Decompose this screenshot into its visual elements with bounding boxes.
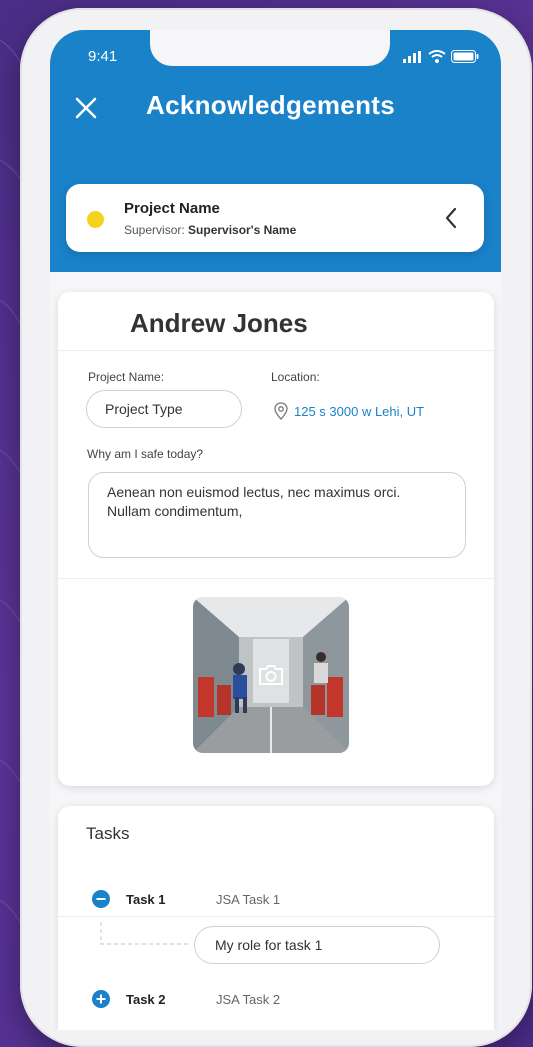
supervisor-label: Supervisor: [124, 223, 189, 237]
project-type-select[interactable]: Project Type [86, 390, 242, 428]
project-name: Project Name [124, 200, 220, 217]
phone-notch [150, 30, 390, 66]
task-2-name[interactable]: Task 2 [126, 992, 166, 1007]
tasks-card: Tasks Task 1 JSA Task 1 My role for task… [58, 806, 494, 1030]
task-1-role-input[interactable]: My role for task 1 [194, 926, 440, 964]
supervisor-name: Supervisor's Name [188, 223, 297, 237]
project-selector[interactable]: Project Name Supervisor: Supervisor's Na… [66, 184, 484, 252]
photo-upload[interactable] [193, 597, 349, 753]
task-2-jsa: JSA Task 2 [216, 992, 281, 1007]
divider [58, 350, 494, 351]
page-title: Acknowledgements [146, 90, 395, 120]
chevron-left-icon[interactable] [442, 206, 460, 230]
status-icons [403, 50, 479, 63]
supervisor-line: Supervisor: Supervisor's Name [124, 223, 296, 237]
project-name-label: Project Name: [88, 370, 165, 384]
collapse-icon[interactable] [92, 890, 110, 908]
divider [58, 578, 494, 579]
signal-icon [403, 51, 421, 63]
safe-reason-textarea[interactable]: Aenean non euismod lectus, nec maximus o… [88, 472, 466, 558]
expand-icon[interactable] [92, 990, 110, 1008]
task-1-name[interactable]: Task 1 [126, 892, 166, 907]
project-status-dot [87, 211, 104, 228]
location-label: Location: [271, 370, 320, 384]
location-pin-icon [274, 402, 288, 420]
project-type-value: Project Type [105, 401, 183, 417]
location-value: 125 s 3000 w Lehi, UT [294, 403, 425, 419]
app-header: 9:41 Acknowledgements Project Name Super… [50, 30, 501, 272]
camera-icon [259, 665, 283, 685]
task-1-jsa: JSA Task 1 [216, 892, 281, 907]
person-name: Andrew Jones [130, 308, 308, 338]
location[interactable]: 125 s 3000 w Lehi, UT [274, 402, 424, 420]
safe-label: Why am I safe today? [87, 447, 204, 461]
tree-connector [100, 922, 190, 945]
battery-icon [451, 50, 479, 63]
divider [58, 916, 494, 917]
close-icon[interactable] [70, 92, 102, 124]
acknowledgement-card: Andrew Jones Project Name: Location: Pro… [58, 292, 494, 786]
status-time: 9:41 [88, 48, 118, 65]
wifi-icon [428, 50, 446, 63]
app-screen: 9:41 Acknowledgements Project Name Super… [50, 30, 501, 1030]
tasks-title: Tasks [86, 824, 130, 843]
